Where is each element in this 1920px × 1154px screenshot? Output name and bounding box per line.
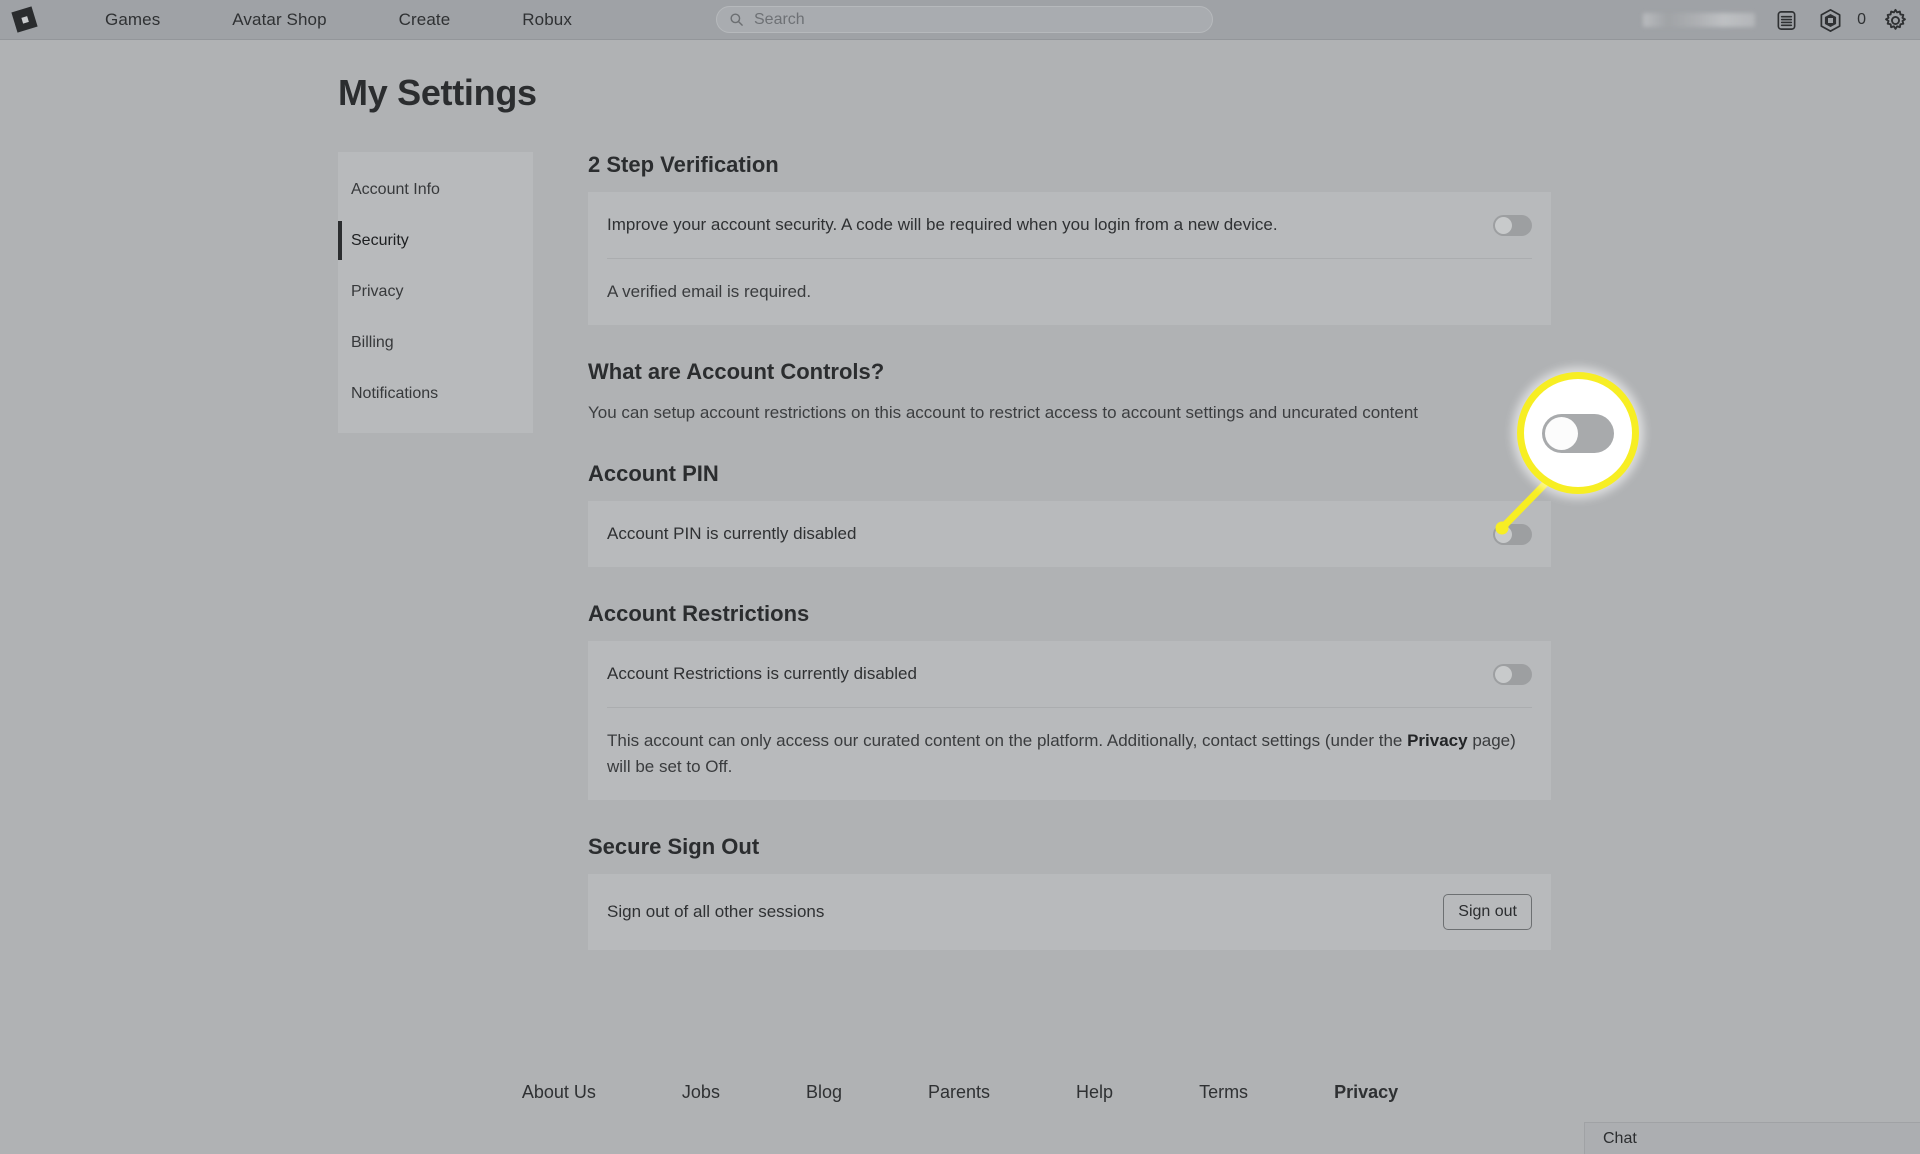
secure-sign-out-card: Sign out of all other sessions Sign out: [588, 874, 1551, 950]
primary-nav: Games Avatar Shop Create Robux: [69, 10, 608, 30]
nav-link-avatar-shop[interactable]: Avatar Shop: [196, 10, 362, 30]
section-title-account-pin: Account PIN: [588, 461, 719, 486]
settings-layout: Account Info Security Privacy Billing No…: [338, 152, 1551, 950]
callout-toggle[interactable]: [1542, 413, 1614, 453]
account-restrictions-note-row: This account can only access our curated…: [607, 707, 1532, 800]
toggle-knob: [1495, 216, 1512, 234]
section-title-secure-sign-out: Secure Sign Out: [588, 834, 760, 859]
sidebar-item-billing[interactable]: Billing: [338, 317, 533, 368]
sidebar-item-account-info[interactable]: Account Info: [338, 164, 533, 215]
search-icon: [730, 13, 743, 26]
account-restrictions-card: Account Restrictions is currently disabl…: [588, 641, 1551, 800]
account-restrictions-row: Account Restrictions is currently disabl…: [607, 641, 1532, 707]
toggle-knob: [1495, 525, 1512, 543]
footer-link-jobs[interactable]: Jobs: [639, 1082, 763, 1103]
sidebar-item-label: Security: [351, 231, 409, 249]
secure-sign-out-label: Sign out of all other sessions: [607, 902, 825, 921]
account-pin-status: Account PIN is currently disabled: [607, 524, 857, 543]
account-restrictions-note: This account can only access our curated…: [607, 728, 1532, 780]
toggle-knob: [1495, 665, 1512, 683]
navbar-right-cluster: 0: [1643, 0, 1908, 40]
two-step-card: Improve your account security. A code wi…: [588, 192, 1551, 325]
section-title-two-step: 2 Step Verification: [588, 152, 779, 177]
sidebar-item-notifications[interactable]: Notifications: [338, 368, 533, 419]
note-privacy-link[interactable]: Privacy: [1407, 731, 1468, 750]
toggle-knob: [1545, 416, 1578, 450]
chat-widget[interactable]: Chat: [1584, 1122, 1920, 1154]
search-input[interactable]: [754, 10, 1200, 29]
account-restrictions-toggle[interactable]: [1493, 663, 1532, 685]
search-bar[interactable]: [716, 6, 1213, 33]
sidebar-item-label: Account Info: [351, 180, 440, 198]
footer-link-blog[interactable]: Blog: [763, 1082, 885, 1103]
username-label-blurred: [1643, 13, 1756, 27]
roblox-logo[interactable]: [7, 3, 41, 37]
footer: About Us Jobs Blog Parents Help Terms Pr…: [0, 1082, 1920, 1103]
account-restrictions-status: Account Restrictions is currently disabl…: [607, 664, 917, 683]
two-step-description: Improve your account security. A code wi…: [607, 215, 1278, 234]
robux-balance: 0: [1857, 11, 1866, 28]
sign-out-button[interactable]: Sign out: [1443, 894, 1532, 930]
note-prefix: This account can only access our curated…: [607, 731, 1408, 750]
settings-sidebar: Account Info Security Privacy Billing No…: [338, 152, 533, 433]
section-title-account-restrictions: Account Restrictions: [588, 601, 810, 626]
roblox-logo-shape: [10, 6, 38, 33]
page-title: My Settings: [338, 72, 537, 113]
section-title-account-controls: What are Account Controls?: [588, 359, 885, 384]
gear-icon[interactable]: [1882, 7, 1908, 33]
robux-hexagon-icon[interactable]: [1817, 7, 1843, 33]
footer-link-about-us[interactable]: About Us: [479, 1082, 639, 1103]
top-navbar: Games Avatar Shop Create Robux Search 0: [0, 0, 1920, 40]
nav-link-robux[interactable]: Robux: [486, 10, 608, 30]
sidebar-item-privacy[interactable]: Privacy: [338, 266, 533, 317]
secure-sign-out-row: Sign out of all other sessions Sign out: [607, 874, 1532, 950]
sidebar-item-label: Notifications: [351, 384, 439, 402]
footer-link-parents[interactable]: Parents: [885, 1082, 1033, 1103]
account-controls-paragraph: You can setup account restrictions on th…: [588, 403, 1419, 422]
account-pin-card: Account PIN is currently disabled: [588, 501, 1551, 567]
two-step-note: A verified email is required.: [607, 282, 812, 301]
nav-link-games[interactable]: Games: [69, 10, 196, 30]
sidebar-item-label: Privacy: [351, 282, 404, 300]
chat-label: Chat: [1603, 1129, 1637, 1147]
two-step-toggle[interactable]: [1493, 214, 1532, 236]
sidebar-item-label: Billing: [351, 333, 394, 351]
two-step-description-row: Improve your account security. A code wi…: [607, 192, 1532, 258]
nav-link-create[interactable]: Create: [363, 10, 487, 30]
account-pin-toggle[interactable]: [1493, 523, 1532, 545]
callout-magnifier-account-pin-toggle: [1517, 372, 1639, 494]
footer-link-help[interactable]: Help: [1033, 1082, 1156, 1103]
footer-link-terms[interactable]: Terms: [1156, 1082, 1291, 1103]
settings-main: 2 Step Verification Improve your account…: [533, 152, 1551, 950]
two-step-note-row: A verified email is required.: [607, 258, 1532, 325]
footer-link-privacy[interactable]: Privacy: [1291, 1082, 1441, 1103]
list-menu-icon[interactable]: [1773, 7, 1799, 33]
account-pin-row: Account PIN is currently disabled: [607, 501, 1532, 567]
sidebar-item-security[interactable]: Security: [338, 215, 533, 266]
